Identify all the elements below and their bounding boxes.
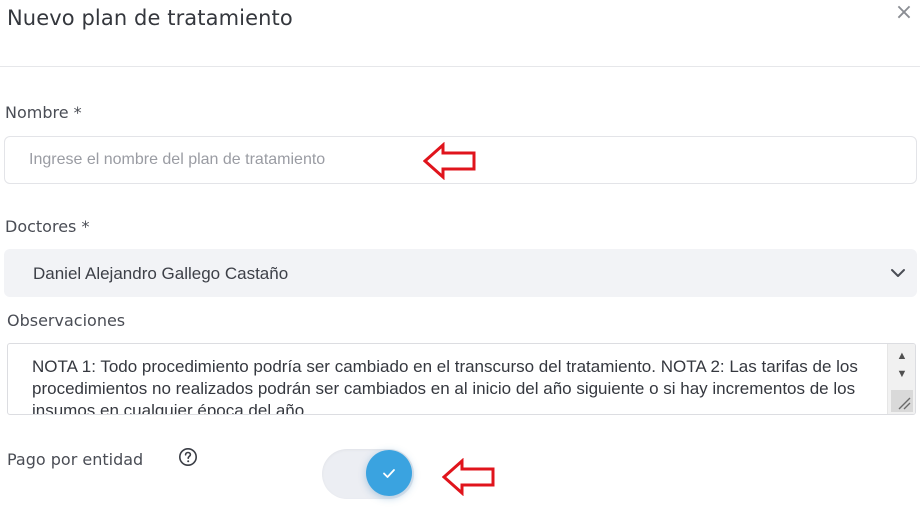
pago-por-entidad-toggle[interactable] [322,447,414,501]
chevron-down-icon [891,269,905,277]
header-divider [0,66,920,67]
modal-title: Nuevo plan de tratamiento [7,6,293,30]
doctores-selected-value: Daniel Alejandro Gallego Castaño [33,264,289,283]
toggle-knob [366,450,412,496]
observaciones-textarea[interactable]: NOTA 1: Todo procedimiento podría ser ca… [7,343,916,415]
left-arrow-annotation-icon [442,458,495,496]
help-circle-icon[interactable] [178,447,198,467]
observaciones-text: NOTA 1: Todo procedimiento podría ser ca… [32,357,858,415]
doctores-label: Doctores * [5,217,90,236]
scroll-up-arrow-icon[interactable]: ▲ [888,348,915,364]
pago-por-entidad-label: Pago por entidad [7,450,144,469]
check-icon [383,469,395,478]
nombre-label: Nombre * [5,103,82,122]
doctores-select[interactable]: Daniel Alejandro Gallego Castaño [4,249,917,297]
scroll-down-arrow-icon[interactable]: ▼ [888,366,915,382]
close-icon[interactable]: × [893,2,915,24]
textarea-scrollbar[interactable]: ▲ ▼ [887,344,915,414]
resize-grip-icon[interactable] [891,390,913,412]
left-arrow-annotation-icon [423,142,476,180]
observaciones-label: Observaciones [7,311,126,330]
